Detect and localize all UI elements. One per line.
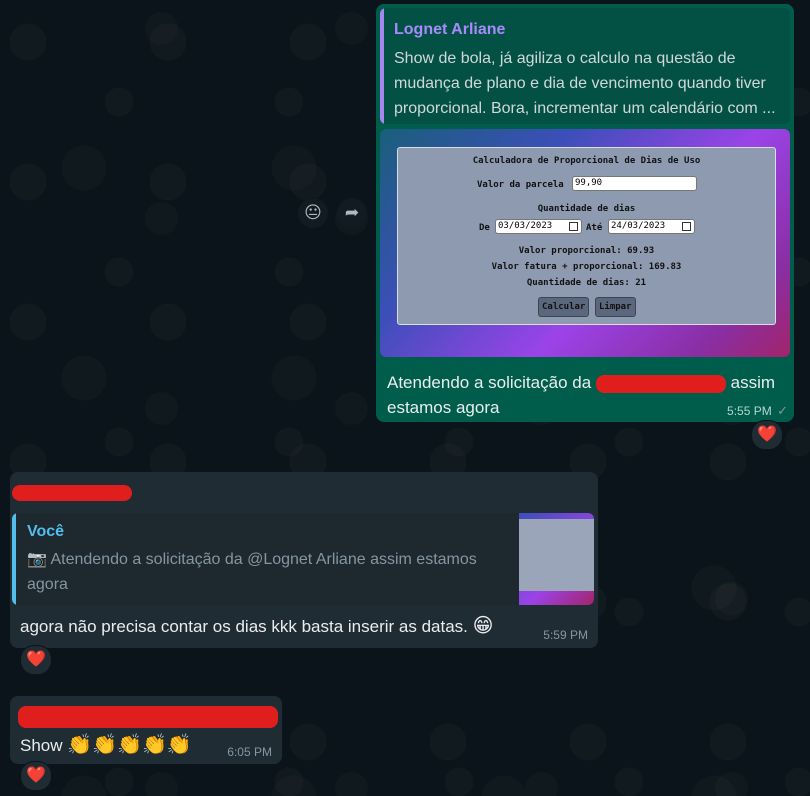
calcular-button: Calcular — [538, 297, 590, 317]
ate-date-input: 24/03/2023 — [608, 219, 695, 234]
message-text-content: agora não precisa contar os dias kkk bas… — [20, 617, 468, 636]
quote-thumbnail — [519, 513, 594, 605]
message-text-content: Show — [20, 736, 63, 755]
ate-label: Até — [586, 223, 603, 233]
message-text: agora não precisa contar os dias kkk bas… — [20, 613, 494, 638]
result-proporcional: Valor proporcional: 69.93 — [518, 246, 655, 256]
heart-reaction[interactable]: ❤️ — [20, 761, 52, 791]
de-date-value: 03/03/2023 — [498, 221, 553, 231]
redacted-sender-name — [18, 706, 278, 728]
message-time: 5:55 PM — [727, 404, 772, 418]
emoji-reaction-button[interactable]: 😐 — [298, 198, 328, 228]
outgoing-message-bubble[interactable]: Lognet Arliane Show de bola, já agiliza … — [376, 4, 794, 422]
message-text-start: Atendendo a solicitação da — [387, 373, 592, 392]
calculator-title: Calculadora de Proporcional de Dias de U… — [472, 156, 701, 166]
incoming-message-bubble[interactable]: Show 👏👏👏👏👏 6:05 PM — [10, 696, 282, 764]
dias-heading: Quantidade de dias — [537, 204, 636, 214]
message-meta: 5:55 PM ✓ — [727, 403, 788, 419]
message-time: 5:59 PM — [543, 628, 588, 642]
heart-reaction[interactable]: ❤️ — [20, 645, 52, 675]
de-date-input: 03/03/2023 — [495, 219, 582, 234]
limpar-button: Limpar — [595, 297, 636, 317]
quote-author: Você — [27, 523, 65, 540]
parcela-input: 99,90 — [572, 176, 697, 191]
message-time: 6:05 PM — [227, 745, 272, 759]
attached-image[interactable]: Calculadora de Proporcional de Dias de U… — [380, 129, 790, 357]
calendar-icon — [682, 222, 691, 231]
quote-accent-bar — [380, 8, 384, 124]
calendar-icon — [569, 222, 578, 231]
quote-author: Lognet Arliane — [394, 21, 506, 38]
calculator-screenshot: Calculadora de Proporcional de Dias de U… — [397, 147, 776, 325]
ate-date-value: 24/03/2023 — [611, 221, 666, 231]
grin-emoji-icon: 😁 — [472, 615, 494, 637]
thumbnail-calculator — [519, 519, 594, 591]
quoted-message[interactable]: Lognet Arliane Show de bola, já agiliza … — [380, 8, 790, 124]
camera-icon: 📷 — [27, 551, 47, 568]
quote-accent-bar — [12, 513, 16, 605]
quote-text: 📷 Atendendo a solicitação da @Lognet Arl… — [27, 547, 497, 597]
quote-text-content: Atendendo a solicitação da @Lognet Arlia… — [27, 551, 477, 593]
parcela-label: Valor da parcela — [477, 180, 564, 190]
clapping-hands-emoji-icon: 👏👏👏👏👏 — [67, 734, 192, 756]
incoming-message-bubble[interactable]: Você 📷 Atendendo a solicitação da @Logne… — [10, 472, 598, 648]
de-label: De — [479, 223, 490, 233]
result-fatura: Valor fatura + proporcional: 169.83 — [491, 262, 682, 272]
redacted-mention — [595, 374, 726, 393]
result-dias: Quantidade de dias: 21 — [526, 278, 647, 288]
quote-text: Show de bola, já agiliza o calculo na qu… — [394, 50, 776, 117]
sent-check-icon: ✓ — [777, 403, 788, 418]
heart-reaction[interactable]: ❤️ — [751, 420, 783, 450]
redacted-sender-name — [12, 485, 132, 501]
quoted-message[interactable]: Você 📷 Atendendo a solicitação da @Logne… — [12, 513, 594, 605]
forward-button[interactable]: ➦ — [337, 198, 367, 228]
message-text: Show 👏👏👏👏👏 — [20, 732, 192, 757]
